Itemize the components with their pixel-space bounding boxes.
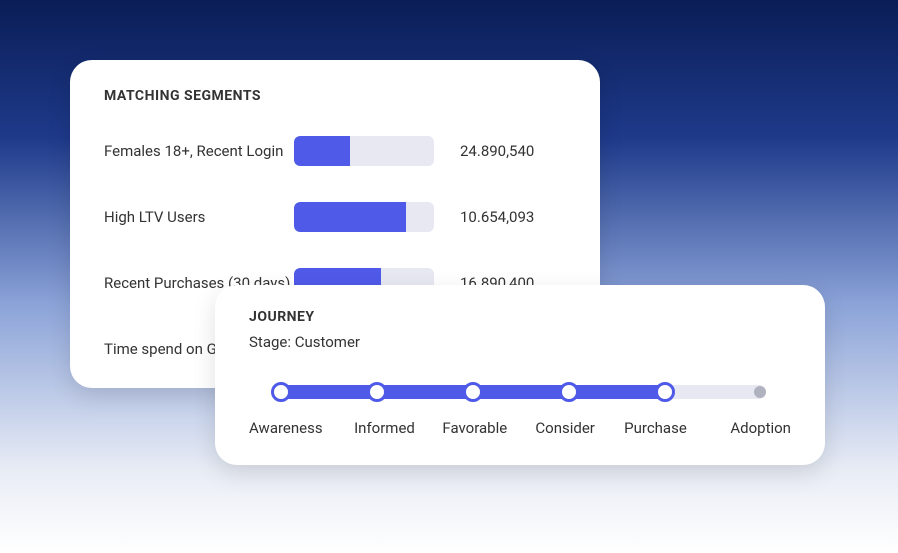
- journey-stage-label-item: Purchase: [610, 419, 700, 437]
- segment-value: 10.654,093: [460, 208, 534, 226]
- matching-segments-title: MATCHING SEGMENTS: [104, 88, 566, 104]
- journey-title: JOURNEY: [249, 309, 791, 325]
- journey-stage-dot[interactable]: [271, 382, 291, 402]
- journey-stage-label-item: Awareness: [249, 419, 339, 437]
- journey-track: [274, 385, 766, 399]
- journey-stage-labels: Awareness Informed Favorable Consider Pu…: [249, 419, 791, 437]
- segment-label: High LTV Users: [104, 208, 294, 226]
- segment-progress-bar: [294, 136, 434, 166]
- segment-progress-bar: [294, 202, 434, 232]
- journey-stage-label-item: Informed: [339, 419, 429, 437]
- journey-stage-label-item: Consider: [520, 419, 610, 437]
- journey-progress: Awareness Informed Favorable Consider Pu…: [249, 385, 791, 437]
- segment-progress-fill: [294, 202, 406, 232]
- segment-progress-fill: [294, 136, 350, 166]
- journey-stage-dot[interactable]: [754, 386, 766, 398]
- journey-stage-dot[interactable]: [367, 382, 387, 402]
- segment-row: Females 18+, Recent Login 24.890,540: [104, 136, 566, 166]
- journey-stage-dot[interactable]: [463, 382, 483, 402]
- segment-row: High LTV Users 10.654,093: [104, 202, 566, 232]
- segment-value: 24.890,540: [460, 142, 534, 160]
- journey-stage-dot[interactable]: [655, 382, 675, 402]
- journey-card: JOURNEY Stage: Customer Awareness Inform…: [215, 285, 825, 465]
- journey-stage-dot[interactable]: [559, 382, 579, 402]
- journey-stage-label: Stage: Customer: [249, 333, 791, 351]
- segment-label: Females 18+, Recent Login: [104, 142, 294, 160]
- journey-stage-label-item: Favorable: [430, 419, 520, 437]
- journey-stage-label-item: Adoption: [701, 419, 791, 437]
